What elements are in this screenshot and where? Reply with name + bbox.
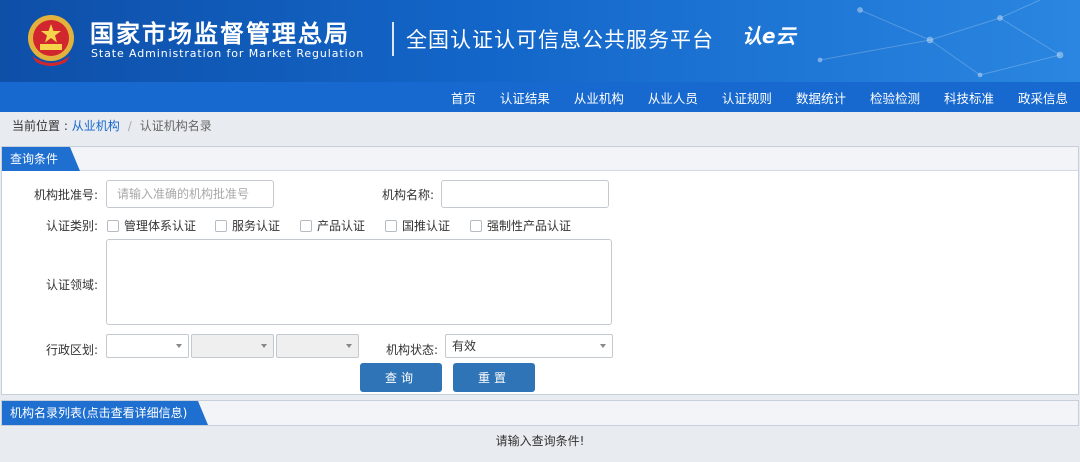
nav-item-standards[interactable]: 科技标准 xyxy=(944,88,994,107)
org-name-input[interactable] xyxy=(441,180,609,208)
checkbox-label: 管理体系认证 xyxy=(124,219,197,233)
nav-item-institutions[interactable]: 从业机构 xyxy=(574,88,624,107)
checkbox-box[interactable] xyxy=(215,219,227,232)
checkbox-service[interactable]: 服务认证 xyxy=(215,217,280,234)
header-divider xyxy=(392,22,394,56)
platform-title: 全国认证认可信息公共服务平台 xyxy=(406,28,714,52)
org-name-cn: 国家市场监督管理总局 xyxy=(90,20,350,48)
nav-item-cert-rules[interactable]: 认证规则 xyxy=(722,88,772,107)
nav-item-inspection[interactable]: 检验检测 xyxy=(870,88,920,107)
results-panel-header: 机构名录列表(点击查看详细信息) xyxy=(2,401,1078,425)
cert-field-label: 认证领域: xyxy=(45,278,98,292)
approval-no-input[interactable] xyxy=(106,180,274,208)
query-panel-title: 查询条件 xyxy=(10,152,59,166)
cert-type-label: 认证类别: xyxy=(45,219,98,233)
checkbox-label: 强制性产品认证 xyxy=(487,219,572,233)
status-select[interactable]: 有效 xyxy=(445,334,613,358)
national-emblem-icon xyxy=(28,15,74,66)
reset-button[interactable]: 重置 xyxy=(453,363,535,392)
nav-item-cert-results[interactable]: 认证结果 xyxy=(500,88,550,107)
breadcrumb-prefix: 当前位置 : xyxy=(12,119,72,133)
nav-item-procurement[interactable]: 政采信息 xyxy=(1018,88,1068,107)
checkbox-box[interactable] xyxy=(470,219,482,232)
checkbox-label: 服务认证 xyxy=(232,219,281,233)
breadcrumb-separator: / xyxy=(127,119,132,133)
breadcrumb-link-institutions[interactable]: 从业机构 xyxy=(72,119,120,133)
chevron-down-icon xyxy=(176,344,182,348)
breadcrumb-current: 认证机构名录 xyxy=(139,119,212,133)
region-label: 行政区划: xyxy=(45,343,98,357)
site-header: 国家市场监督管理总局 State Administration for Mark… xyxy=(0,0,1080,82)
results-panel-title: 机构名录列表(点击查看详细信息) xyxy=(10,406,188,420)
checkbox-box[interactable] xyxy=(385,219,397,232)
nav-item-statistics[interactable]: 数据统计 xyxy=(796,88,846,107)
chevron-down-icon xyxy=(261,344,267,348)
platform-logo[interactable]: 认e云 xyxy=(742,20,796,49)
checkbox-management-system[interactable]: 管理体系认证 xyxy=(107,217,196,234)
results-panel: 机构名录列表(点击查看详细信息) xyxy=(1,400,1079,426)
main-nav: 首页 认证结果 从业机构 从业人员 认证规则 数据统计 检验检测 科技标准 政采… xyxy=(0,82,1080,112)
empty-results-message: 请输入查询条件! xyxy=(495,434,585,448)
checkbox-product[interactable]: 产品认证 xyxy=(300,217,365,234)
region-district-select[interactable] xyxy=(276,334,359,358)
chevron-down-icon xyxy=(600,344,606,348)
checkbox-national-promotion[interactable]: 国推认证 xyxy=(385,217,450,234)
status-select-value: 有效 xyxy=(452,339,477,353)
checkbox-compulsory-product[interactable]: 强制性产品认证 xyxy=(470,217,571,234)
checkbox-label: 国推认证 xyxy=(402,219,451,233)
nav-item-personnel[interactable]: 从业人员 xyxy=(648,88,698,107)
cert-field-textarea[interactable] xyxy=(106,239,612,325)
chevron-down-icon xyxy=(346,344,352,348)
query-panel: 查询条件 机构批准号: 机构名称: 认证类别: 管理体系认证 服务认证 产品认证… xyxy=(1,146,1079,395)
query-panel-header: 查询条件 xyxy=(2,147,1078,171)
nav-item-home[interactable]: 首页 xyxy=(451,88,476,107)
breadcrumb: 当前位置 : 从业机构 / 认证机构名录 xyxy=(0,112,1080,140)
org-name-label: 机构名称: xyxy=(381,188,434,202)
checkbox-box[interactable] xyxy=(300,219,312,232)
checkbox-label: 产品认证 xyxy=(317,219,366,233)
search-button[interactable]: 查询 xyxy=(360,363,442,392)
approval-no-label: 机构批准号: xyxy=(33,188,98,202)
checkbox-box[interactable] xyxy=(107,219,119,232)
region-city-select[interactable] xyxy=(191,334,274,358)
org-name-en: State Administration for Market Regulati… xyxy=(91,47,365,60)
region-province-select[interactable] xyxy=(106,334,189,358)
status-label: 机构状态: xyxy=(385,343,438,357)
